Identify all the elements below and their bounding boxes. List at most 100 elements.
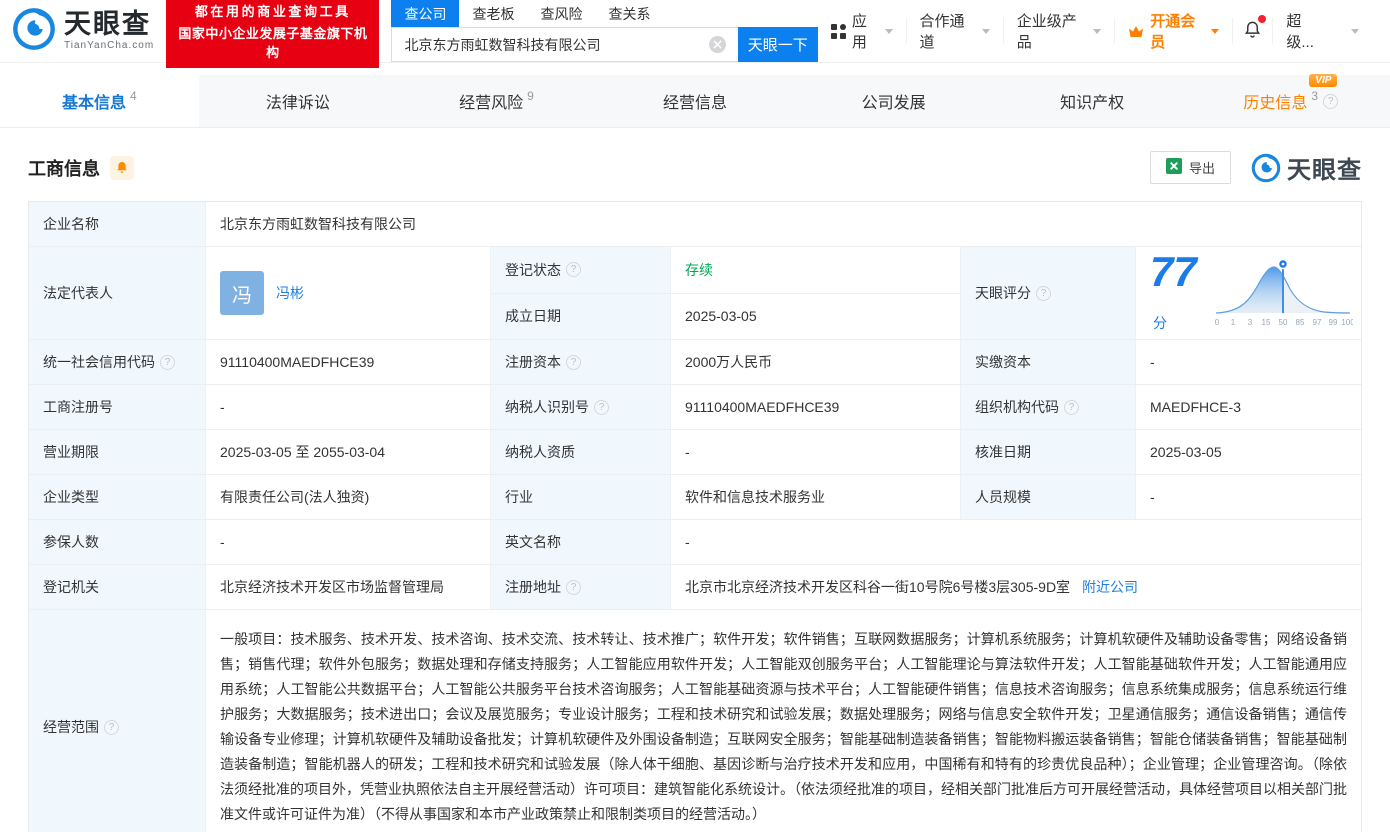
field-label: 行业: [491, 475, 671, 519]
tab-history-info[interactable]: 历史信息 VIP 3: [1191, 74, 1390, 127]
table-row-company-name: 企业名称 北京东方雨虹数智科技有限公司: [29, 202, 1361, 246]
header-nav: 应用 合作通道 企业级产品 开通会员 超级...: [818, 0, 1372, 62]
help-icon[interactable]: [1064, 399, 1079, 415]
caret-down-icon: [981, 28, 990, 34]
bell-icon: [117, 161, 127, 173]
approve-date-value: 2025-03-05: [1150, 444, 1222, 460]
table-row: 参保人数 - 英文名称 -: [29, 519, 1361, 564]
promo-line1: 都在用的商业查询工具: [194, 4, 351, 19]
score-value: 77分: [1150, 248, 1197, 331]
search-tab-boss[interactable]: 查老板: [459, 0, 527, 27]
table-row-legal-rep: 法定代表人 冯 冯彬 登记状态 存续 成立日期 2025-03-05 天眼评分 …: [29, 246, 1361, 339]
tab-operation-risk[interactable]: 经营风险 9: [397, 75, 596, 127]
field-label: 企业类型: [29, 475, 206, 519]
section-title: 工商信息: [28, 158, 100, 179]
est-date-row: 成立日期 2025-03-05: [491, 292, 961, 339]
svg-text:3: 3: [1248, 318, 1253, 327]
svg-text:99: 99: [1329, 318, 1338, 327]
search-button[interactable]: 天眼一下: [737, 27, 818, 62]
help-icon[interactable]: [566, 354, 581, 370]
tab-label: 知识产权: [1060, 95, 1125, 112]
nav-open-vip-label: 开通会员: [1150, 13, 1196, 51]
help-icon[interactable]: [566, 579, 581, 595]
nav-apps[interactable]: 应用: [818, 13, 906, 51]
search-input[interactable]: [391, 27, 738, 62]
nav-partner-label: 合作通道: [919, 13, 965, 51]
tianyancha-logo[interactable]: 天眼查 TianYanCha.com: [12, 7, 154, 56]
help-icon[interactable]: [594, 399, 609, 415]
legal-rep-avatar[interactable]: 冯: [220, 271, 264, 315]
search-tab-company[interactable]: 查公司: [391, 0, 460, 27]
help-icon[interactable]: [1036, 285, 1051, 301]
nav-apps-label: 应用: [851, 13, 867, 51]
english-name-value: -: [685, 534, 690, 550]
status-date-group: 登记状态 存续 成立日期 2025-03-05: [491, 247, 961, 339]
tab-basic-info[interactable]: 基本信息 4: [0, 75, 199, 127]
score-distribution-chart: 0 1 3 15 50 85 97 99 100: [1213, 255, 1355, 332]
field-label: 企业名称: [29, 202, 206, 246]
score-unit: 分: [1153, 315, 1167, 331]
nearby-companies-link[interactable]: 附近公司: [1082, 577, 1138, 597]
export-button[interactable]: 导出: [1149, 151, 1231, 184]
tab-company-development[interactable]: 公司发展: [794, 75, 993, 127]
watermark-text: 天眼查: [1287, 157, 1362, 184]
field-label: 法定代表人: [29, 247, 206, 339]
business-scope-value: 一般项目：技术服务、技术开发、技术咨询、技术交流、技术转让、技术推广；软件开发；…: [220, 631, 1347, 822]
nav-account[interactable]: 超级...: [1272, 13, 1372, 51]
term-value: 2025-03-05 至 2055-03-04: [206, 430, 491, 474]
subscribe-bell-button[interactable]: [110, 155, 134, 180]
address-value: 北京市北京经济技术开发区科谷一街10号院6号楼3层305-9D室: [685, 579, 1071, 595]
tab-label: 历史信息: [1243, 95, 1308, 112]
insured-num-value: -: [206, 520, 491, 564]
help-icon[interactable]: [566, 262, 581, 278]
svg-text:0: 0: [1215, 318, 1220, 327]
tab-operation-info[interactable]: 经营信息: [596, 75, 795, 127]
table-row: 工商注册号 - 纳税人识别号 91110400MAEDFHCE39 组织机构代码…: [29, 384, 1361, 429]
company-type-value: 有限责任公司(法人独资): [206, 475, 491, 519]
help-icon[interactable]: [1323, 93, 1339, 109]
apps-grid-icon: [830, 23, 846, 39]
caret-down-icon: [1351, 28, 1359, 34]
legal-rep-cell: 冯 冯彬: [206, 247, 491, 339]
svg-text:100: 100: [1341, 318, 1353, 327]
watermark-logo: 天眼查: [1251, 150, 1362, 185]
tab-intellectual-property[interactable]: 知识产权: [993, 75, 1192, 127]
field-label: 注册资本: [505, 354, 561, 370]
legal-rep-link[interactable]: 冯彬: [276, 283, 304, 303]
nav-enterprise-label: 企业级产品: [1016, 13, 1077, 51]
field-label-wrap: 注册资本: [491, 340, 671, 384]
table-row-business-scope: 经营范围 一般项目：技术服务、技术开发、技术咨询、技术交流、技术转让、技术推广；…: [29, 609, 1361, 832]
reg-no-value: -: [206, 385, 491, 429]
help-icon[interactable]: [104, 719, 119, 735]
score-label-wrap: 天眼评分: [961, 247, 1136, 339]
logo-subtitle: TianYanCha.com: [64, 40, 155, 51]
tab-label: 法律诉讼: [265, 95, 330, 112]
business-scope-cell: 一般项目：技术服务、技术开发、技术咨询、技术交流、技术转让、技术推广；软件开发；…: [206, 610, 1361, 832]
staff-size-value: -: [1150, 489, 1155, 505]
svg-text:85: 85: [1296, 318, 1305, 327]
nav-notifications[interactable]: [1232, 15, 1272, 44]
field-label: 登记状态: [505, 261, 561, 278]
field-label: 英文名称: [491, 520, 671, 564]
tab-count: 4: [129, 89, 137, 103]
search-tab-relation[interactable]: 查关系: [595, 0, 663, 27]
excel-icon: [1165, 158, 1182, 177]
svg-text:97: 97: [1313, 318, 1322, 327]
search-tab-risk[interactable]: 查风险: [527, 0, 595, 27]
search-tabs: 查公司 查老板 查风险 查关系: [391, 0, 817, 27]
field-label-wrap: 注册地址: [491, 565, 671, 609]
nav-partner[interactable]: 合作通道: [905, 13, 1003, 51]
tab-legal-proceedings[interactable]: 法律诉讼: [199, 75, 398, 127]
company-tabstrip: 基本信息 4 法律诉讼 经营风险 9 经营信息 公司发展 知识产权 历史信息 VIP…: [0, 74, 1390, 128]
nav-open-vip[interactable]: 开通会员: [1114, 13, 1232, 51]
field-label: 实缴资本: [961, 340, 1136, 384]
caret-down-icon: [1093, 28, 1102, 34]
nav-enterprise[interactable]: 企业级产品: [1002, 13, 1114, 51]
clear-icon[interactable]: [708, 36, 726, 53]
field-label-wrap: 登记状态: [491, 247, 671, 293]
reg-status-row: 登记状态 存续: [491, 247, 961, 293]
help-icon[interactable]: [160, 354, 175, 370]
table-row-address: 登记机关 北京经济技术开发区市场监督管理局 注册地址 北京市北京经济技术开发区科…: [29, 564, 1361, 609]
paid-capital-value: -: [1150, 354, 1155, 370]
tab-label: 基本信息: [61, 95, 126, 112]
